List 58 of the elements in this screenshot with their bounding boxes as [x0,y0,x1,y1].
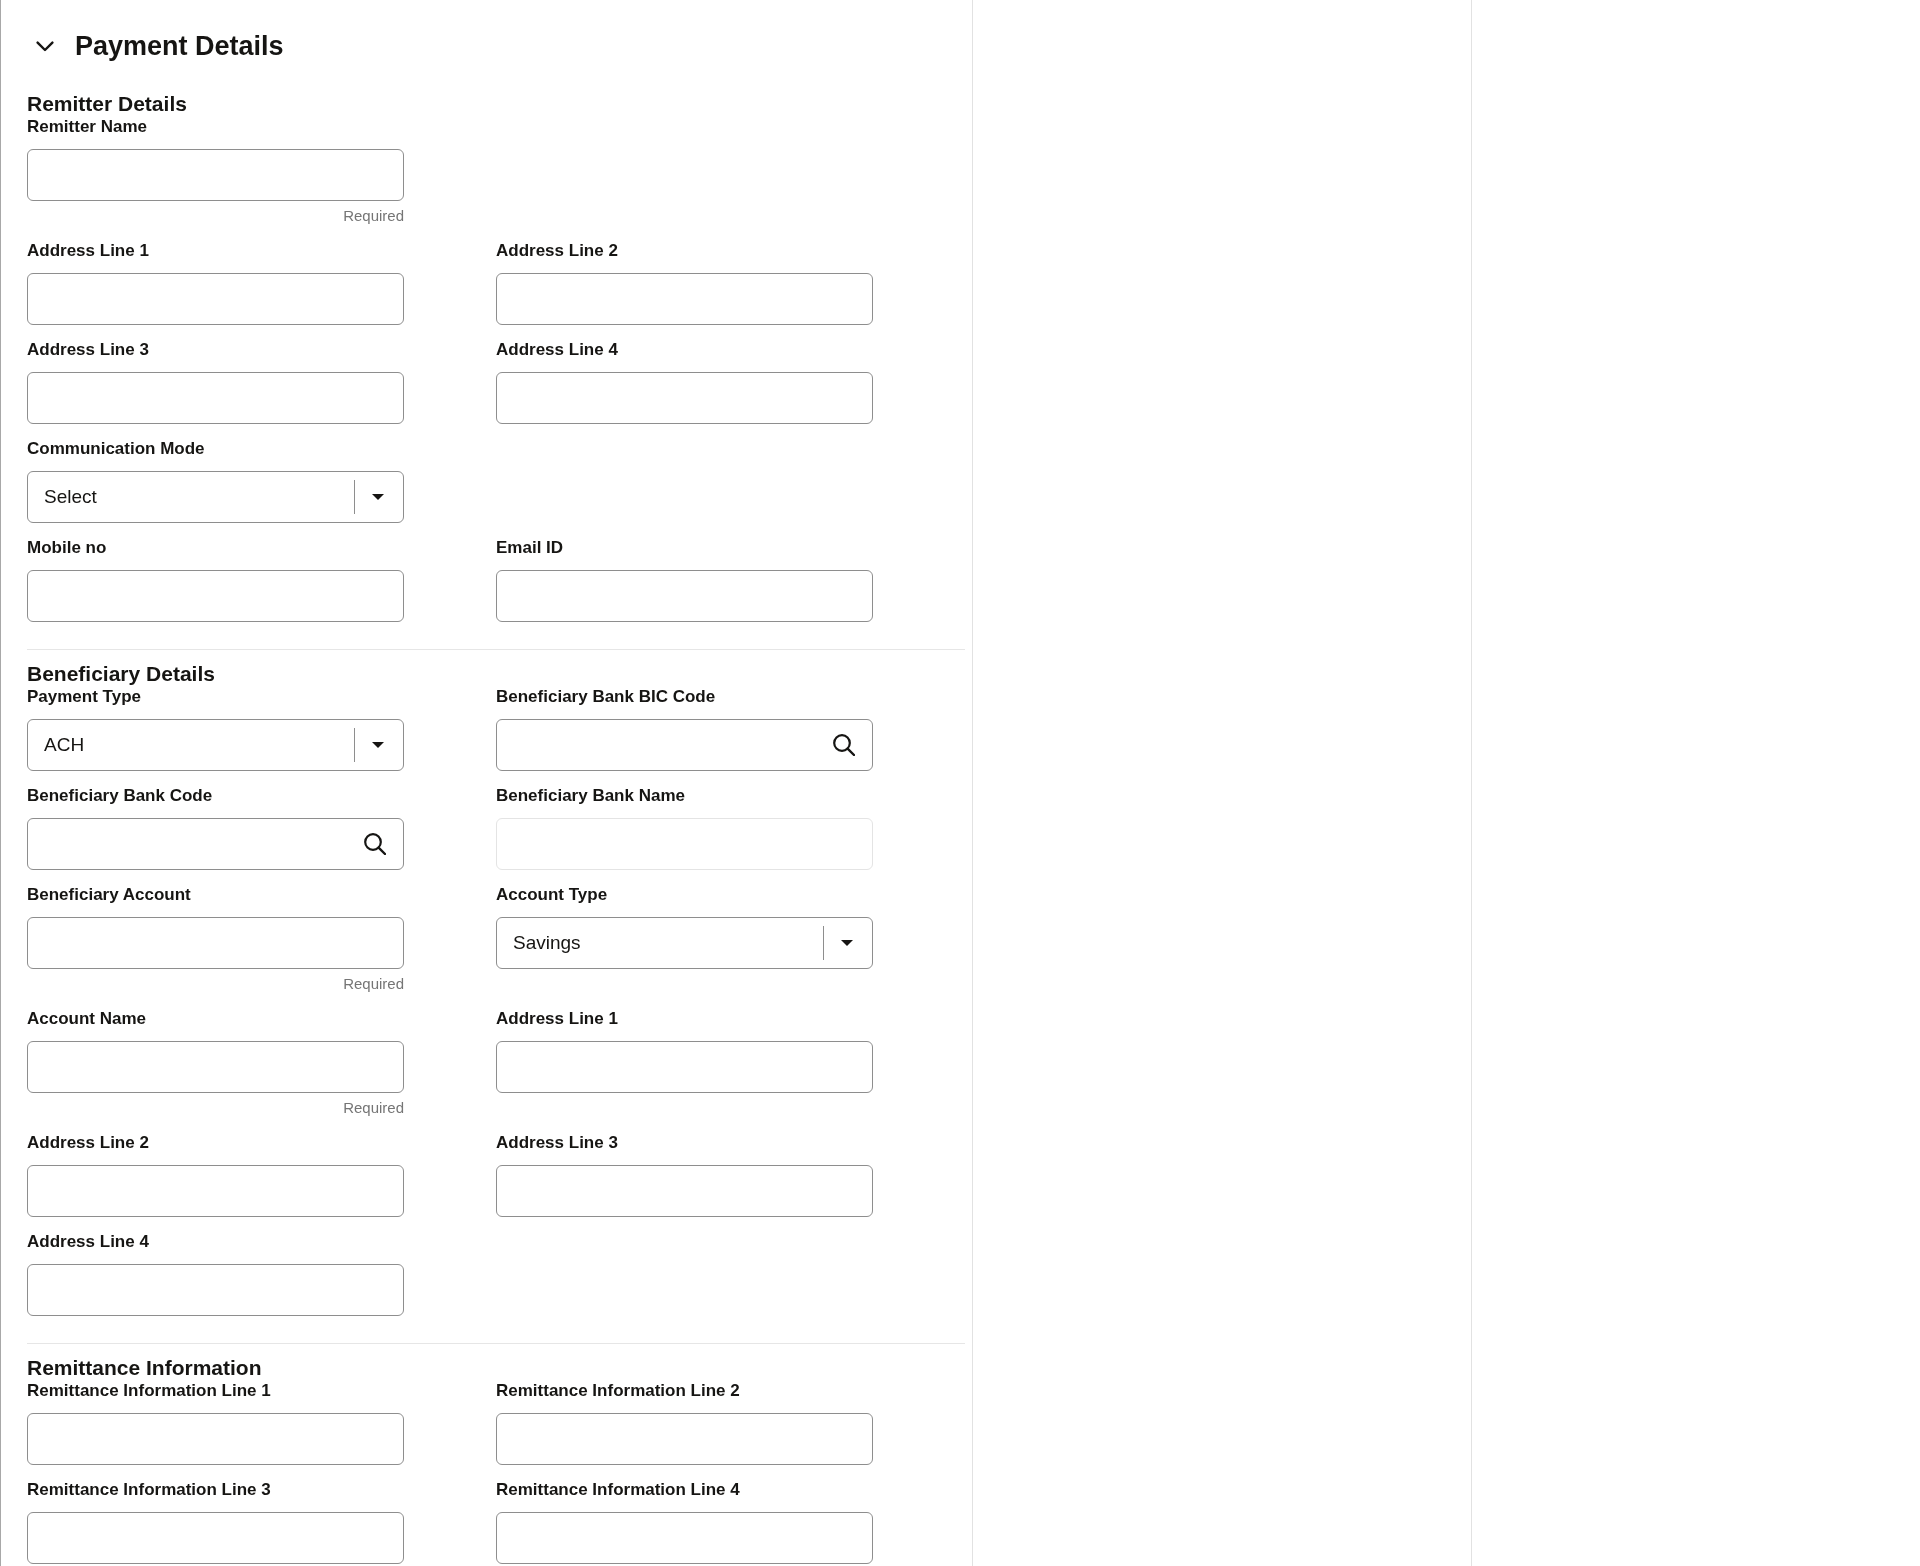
field-label: Communication Mode [27,439,206,459]
field-label: Address Line 4 [27,1232,150,1252]
caret-icon[interactable] [841,940,853,946]
text-field[interactable] [27,1512,404,1564]
required-hint: Required [342,206,404,226]
field-label: Address Line 2 [27,1133,150,1153]
search-field[interactable] [496,719,873,771]
text-field[interactable] [27,1264,404,1316]
text-field[interactable] [27,570,404,622]
field-label: Address Line 2 [496,241,619,261]
section-heading: Remitter Details [27,92,188,116]
field-label: Email ID [496,538,565,558]
text-field[interactable] [27,1165,404,1217]
field-label: Beneficiary Account [27,885,192,905]
required-hint: Required [342,1098,404,1118]
text-field[interactable] [496,372,873,424]
caret-icon[interactable] [372,494,384,500]
caret-icon[interactable] [372,742,384,748]
section-heading: Beneficiary Details [27,662,216,686]
dropdown-field[interactable]: Savings [496,917,873,969]
required-hint: Required [342,974,404,994]
search-field[interactable] [27,818,404,870]
text-field[interactable] [496,1512,873,1564]
text-field[interactable] [27,1413,404,1465]
dropdown-field[interactable]: ACH [27,719,404,771]
field-label: Remittance Information Line 2 [496,1381,741,1401]
field-label: Account Type [496,885,609,905]
field-label: Remitter Name [27,117,148,137]
section-heading: Remittance Information [27,1356,263,1380]
field-label: Mobile no [27,538,108,558]
text-field[interactable] [27,917,404,969]
field-label: Address Line 3 [496,1133,619,1153]
panel-title: Payment Details [75,30,284,62]
text-field[interactable] [496,1041,873,1093]
field-label: Remittance Information Line 1 [27,1381,272,1401]
field-label: Remittance Information Line 3 [27,1480,272,1500]
field-label: Payment Type [27,687,142,707]
field-label: Remittance Information Line 4 [496,1480,741,1500]
field-label: Address Line 1 [27,241,150,261]
field-label: Beneficiary Bank Name [496,786,686,806]
text-field[interactable] [496,570,873,622]
text-field[interactable] [27,1041,404,1093]
field-label: Address Line 3 [27,340,150,360]
field-label: Beneficiary Bank Code [27,786,214,806]
text-field[interactable] [27,149,404,201]
field-label: Address Line 4 [496,340,619,360]
field-label: Account Name [27,1009,148,1029]
field-label: Address Line 1 [496,1009,619,1029]
field-label: Beneficiary Bank BIC Code [496,687,717,707]
text-field[interactable] [27,372,404,424]
search-icon[interactable] [364,833,386,855]
text-field[interactable] [496,273,873,325]
chevron-down-icon[interactable] [36,40,54,52]
text-field[interactable] [496,1413,873,1465]
text-field[interactable] [496,1165,873,1217]
text-field[interactable] [27,273,404,325]
search-icon[interactable] [833,734,855,756]
dropdown-field[interactable]: Select [27,471,404,523]
